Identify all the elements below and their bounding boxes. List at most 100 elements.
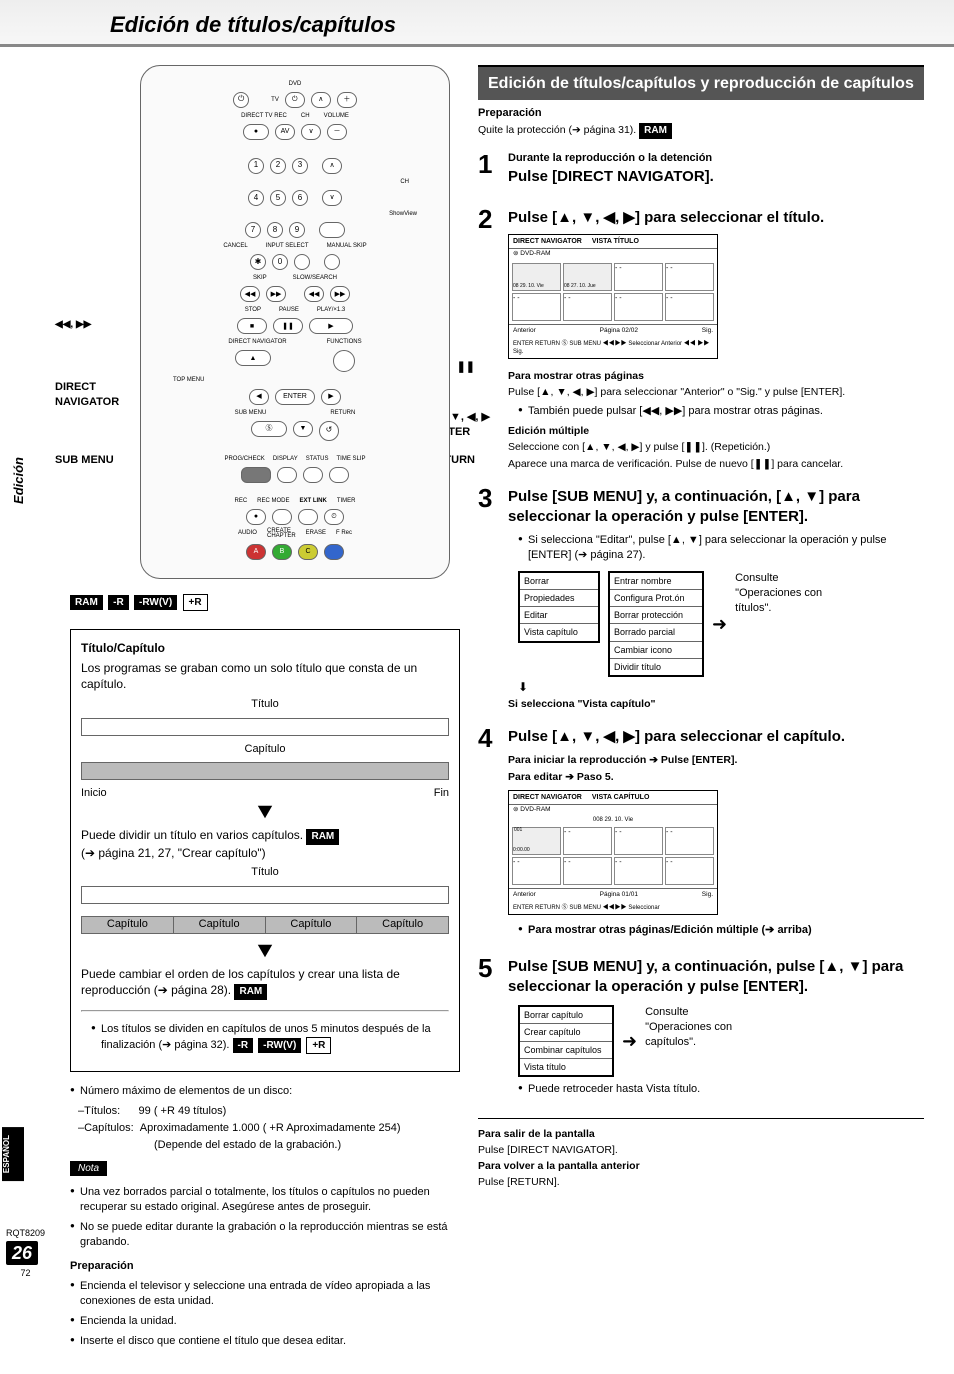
box-intro: Los programas se graban como un solo tít… <box>81 660 449 692</box>
chap-thumb-5: - - <box>512 857 561 885</box>
note-badge: Nota <box>70 1161 107 1177</box>
badge-pr: +R <box>183 594 208 612</box>
remote-label-audio: AUDIO <box>238 529 257 540</box>
remote-btn-rew: ◀◀ <box>304 286 324 302</box>
other-pages-title: Para mostrar otras páginas <box>508 369 924 383</box>
back-note: Puede retroceder hasta Vista título. <box>518 1082 924 1097</box>
badge-ram-inline2: RAM <box>234 984 267 1000</box>
step-4: 4 Pulse [▲, ▼, ◀, ▶] para seleccionar el… <box>478 725 924 943</box>
footer-exit-body: Pulse [DIRECT NAVIGATOR]. <box>478 1143 924 1157</box>
prep-item-2: Encienda la unidad. <box>70 1314 460 1329</box>
badge-rwv-inline: -RW(V) <box>258 1038 301 1054</box>
remote-label-return: RETURN <box>330 409 355 417</box>
multi-title: Edición múltiple <box>508 424 924 438</box>
prep-title-left: Preparación <box>70 1259 460 1274</box>
label-inicio: Inicio <box>81 786 107 801</box>
bar-chapter-single <box>81 762 449 780</box>
box-reorder-text: Puede cambiar el orden de los capítulos … <box>81 966 449 1000</box>
remote-label-submenu: SUB MENU <box>235 409 267 417</box>
footer-prev-title: Para volver a la pantalla anterior <box>478 1159 924 1173</box>
remote-label-skip: SKIP <box>253 274 267 282</box>
callout-skip: ◀◀, ▶▶ <box>55 317 91 332</box>
footer-prev-body: Pulse [RETURN]. <box>478 1175 924 1189</box>
remote-label-direct-tv-rec: DIRECT TV REC <box>241 112 287 120</box>
remote-btn-functions <box>333 350 355 372</box>
badge-r-inline: -R <box>233 1038 254 1054</box>
multi-1: Seleccione con [▲, ▼, ◀, ▶] y pulse [❚❚]… <box>508 440 924 454</box>
remote-btn-timeslip <box>329 467 349 483</box>
prep-item-1: Encienda el televisor y seleccione una e… <box>70 1279 460 1309</box>
step-3-head: Pulse [SUB MENU] y, a continuación, [▲, … <box>508 487 924 528</box>
label-fin: Fin <box>434 786 449 801</box>
remote-btn-play: ▶ <box>309 318 353 334</box>
disc-badge-row: RAM -R -RW(V) +R <box>70 593 460 612</box>
max-titles: –Títulos: 99 ( +R 49 títulos) –Capítulos… <box>78 1104 460 1153</box>
screen-chapter-view: DIRECT NAVIGATORVISTA CAPÍTULO ⊚ DVD-RAM… <box>508 790 718 915</box>
step-1-condition: Durante la reproducción o la detención <box>508 151 924 166</box>
remote-label-recmode: REC MODE <box>257 497 289 505</box>
remote-label-topmenu: TOP MENU <box>151 376 439 384</box>
chapter-cell-2: Capítulo <box>173 916 265 934</box>
footer-block: Para salir de la pantalla Pulse [DIRECT … <box>478 1118 924 1190</box>
badge-ram: RAM <box>70 595 103 611</box>
note-2: No se puede editar durante la grabación … <box>70 1220 460 1250</box>
remote-btn-left: ◀ <box>249 389 269 405</box>
page-number-block: RQT8209 26 72 <box>6 1227 45 1279</box>
remote-label-mskip: MANUAL SKIP <box>327 242 367 250</box>
submenu-item-proton: Configura Prot.ón <box>610 590 702 607</box>
bar-title-single <box>81 718 449 736</box>
menu-cluster-titles: Borrar Propiedades Editar Vista capítulo… <box>518 571 924 677</box>
submenu-item-vistacap: Vista capítulo <box>520 624 598 640</box>
remote-label-dnav: DIRECT NAVIGATOR <box>228 338 286 346</box>
remote-label-timer: TIMER <box>337 497 356 505</box>
chapter-bar-row: Capítulo Capítulo Capítulo Capítulo <box>81 910 449 940</box>
remote-btn-recmode <box>272 509 292 525</box>
box-5min-text: Los títulos se dividen en capítulos de u… <box>91 1022 449 1054</box>
thumb-4-empty: - - <box>665 263 714 291</box>
remote-label-cancel: CANCEL <box>223 242 247 250</box>
chap-thumb-8: - - <box>665 857 714 885</box>
remote-btn-skip-prev: ◀◀ <box>240 286 260 302</box>
remote-label-stop: STOP <box>245 306 261 314</box>
badge-ram-right: RAM <box>639 123 672 139</box>
other-pages-1: Pulse [▲, ▼, ◀, ▶] para seleccionar "Ant… <box>508 385 924 399</box>
callout-direct-navigator: DIRECT NAVIGATOR <box>55 380 119 410</box>
thumb-3-empty: - - <box>614 263 663 291</box>
chapter-menu: Borrar capítulo Crear capítulo Combinar … <box>518 1005 614 1077</box>
screen1-help: ENTER RETURN Ⓢ SUB MENU ◀◀▶▶ Seleccionar… <box>509 338 717 358</box>
chap-thumb-2: - - <box>563 827 612 855</box>
remote-btn-enter: ENTER <box>275 389 315 405</box>
remote-btn-5: 5 <box>270 190 286 206</box>
thumb-8-empty: - - <box>665 293 714 321</box>
remote-label-rec: REC <box>234 497 247 505</box>
remote-figure: ◀◀, ▶▶ DIRECT NAVIGATOR SUB MENU ❚❚ ▲, ▼… <box>60 65 460 579</box>
callout-sub-menu: SUB MENU <box>55 453 114 468</box>
step-4-b: Para editar ➔ Paso 5. <box>508 770 924 784</box>
remote-label-timeslip: TIME SLIP <box>337 455 366 463</box>
step-2-head: Pulse [▲, ▼, ◀, ▶] para seleccionar el t… <box>508 208 924 228</box>
remote-btn-vol-up: ＋ <box>337 92 357 108</box>
remote-label-dvd: DVD <box>151 80 439 88</box>
remote-label-display: DISPLAY <box>273 455 298 463</box>
chapmenu-crear: Crear capítulo <box>520 1024 612 1041</box>
remote-btn-direct-navigator: ▲ <box>235 350 271 366</box>
remote-btn-vol-down: － <box>327 124 347 140</box>
content-columns: Edición ESPAÑOL RQT8209 26 72 ◀◀, ▶▶ DIR… <box>0 47 954 1374</box>
footer-exit-title: Para salir de la pantalla <box>478 1127 924 1141</box>
remote-btn-stop: ■ <box>237 318 267 334</box>
chapmenu-vista: Vista título <box>520 1059 612 1075</box>
remote-label-play: PLAY/×1.3 <box>317 306 345 314</box>
subpage-number: 72 <box>21 1268 31 1278</box>
remote-btn-ff: ▶▶ <box>330 286 350 302</box>
thumb-2: 08 27. 10. Jue <box>563 263 612 291</box>
remote-illustration: DVD ⏻ TV ⏻ ∧ ＋ DIRECT TV REC CH VOLUME ●… <box>140 65 450 579</box>
submenu-right: Entrar nombre Configura Prot.ón Borrar p… <box>608 571 704 677</box>
chapmenu-borrar: Borrar capítulo <box>520 1007 612 1024</box>
step-1-num: 1 <box>478 151 500 194</box>
submenu-item-name: Entrar nombre <box>610 573 702 590</box>
column-left: ◀◀, ▶▶ DIRECT NAVIGATOR SUB MENU ❚❚ ▲, ▼… <box>60 65 460 1354</box>
menu-cluster-chapters: Borrar capítulo Crear capítulo Combinar … <box>518 1005 924 1077</box>
badge-ram-inline1: RAM <box>306 829 339 845</box>
column-right: Edición de títulos/capítulos y reproducc… <box>478 65 924 1354</box>
remote-btn-status <box>303 467 323 483</box>
